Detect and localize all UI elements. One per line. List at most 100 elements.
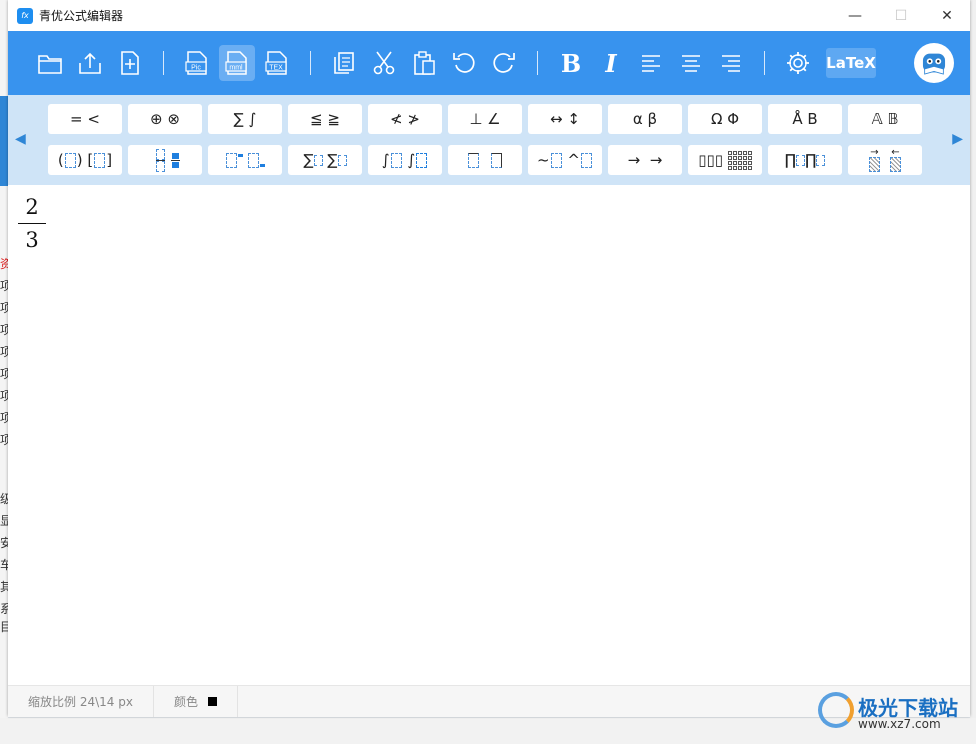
negated-relation-symbols-button[interactable]: ≮ ≯	[368, 104, 442, 134]
align-right-icon	[722, 55, 740, 72]
paste-button[interactable]	[406, 45, 442, 81]
sum-templates-button[interactable]: ∑ ∑	[288, 145, 362, 175]
accent-templates-button[interactable]: ~ ^	[528, 145, 602, 175]
zoom-level[interactable]: 缩放比例 24\14 px	[8, 686, 154, 717]
sum-integral-symbols-button[interactable]: ∑ ∫	[208, 104, 282, 134]
window-controls: — ☐ ✕	[832, 0, 970, 31]
greek-uppercase-button[interactable]: Ω Φ	[688, 104, 762, 134]
folder-icon	[38, 55, 62, 74]
tex-label: TEX	[269, 65, 283, 72]
maximize-button[interactable]: ☐	[878, 0, 924, 31]
background-right-strip	[970, 0, 976, 744]
background-char: 项	[0, 301, 8, 315]
minimize-button[interactable]: —	[832, 0, 878, 31]
site-watermark: 极光下载站 www.xz7.com	[818, 688, 968, 740]
product-templates-button[interactable]: ∏ ∏	[768, 145, 842, 175]
color-label: 颜色	[173, 695, 198, 709]
toolbar-separator	[537, 51, 538, 75]
settings-button[interactable]	[780, 45, 816, 81]
align-left-button[interactable]	[633, 45, 669, 81]
background-char: 项	[0, 433, 8, 447]
fraction-numerator[interactable]: 2	[25, 195, 38, 219]
redo-button[interactable]	[486, 45, 522, 81]
background-char: 项	[0, 389, 8, 403]
upload-icon	[79, 52, 101, 74]
italic-button[interactable]: I	[593, 45, 629, 81]
palette-row-symbols: = < ⊕ ⊗ ∑ ∫ ≦ ≧ ≮ ≯ ⊥ ∠ ↔ ↕ α β Ω Φ Å B …	[48, 104, 928, 134]
mascot-logo[interactable]	[914, 43, 954, 83]
undo-icon	[453, 53, 475, 73]
open-folder-button[interactable]	[32, 45, 68, 81]
background-char: 车	[0, 558, 8, 572]
color-picker[interactable]: 颜色	[154, 686, 238, 717]
fraction-templates-button[interactable]	[128, 145, 202, 175]
copy-button[interactable]	[326, 45, 362, 81]
align-center-icon	[682, 55, 700, 72]
mml-label: mml	[229, 65, 243, 72]
book-mascot-icon	[922, 53, 946, 75]
export-pic-button[interactable]: Pic	[179, 45, 215, 81]
toolbar-separator	[163, 51, 164, 75]
window-title: 青优公式编辑器	[39, 9, 124, 23]
fence-templates-button[interactable]: () []	[48, 145, 122, 175]
export-tex-button[interactable]: TEX	[259, 45, 295, 81]
formula-editor-window: fx 青优公式编辑器 — ☐ ✕ Pic mml TEX B I LaTeX ◀…	[8, 0, 970, 717]
italic-icon: I	[605, 48, 617, 78]
watermark-url: www.xz7.com	[858, 717, 941, 731]
background-char: 系	[0, 602, 8, 616]
gear-icon	[787, 52, 809, 74]
toolbar-separator	[764, 51, 765, 75]
watermark-logo-icon	[818, 692, 854, 728]
align-right-button[interactable]	[713, 45, 749, 81]
vector-templates-button[interactable]: → ←	[848, 145, 922, 175]
blackboard-letters-button[interactable]: 𝔸 𝔹	[848, 104, 922, 134]
greek-lowercase-button[interactable]: α β	[608, 104, 682, 134]
background-char: 项	[0, 411, 8, 425]
bold-button[interactable]: B	[553, 45, 589, 81]
redo-icon	[493, 53, 515, 73]
symbol-palette: ◀ ▶ = < ⊕ ⊗ ∑ ∫ ≦ ≧ ≮ ≯ ⊥ ∠ ↔ ↕ α β Ω Φ …	[8, 95, 970, 185]
bar-templates-button[interactable]	[448, 145, 522, 175]
background-app-strip: 资 项 项 项 项 项 项 项 项 级 显 安 车 其 系 目	[0, 0, 8, 744]
operator-symbols-button[interactable]: ⊕ ⊗	[128, 104, 202, 134]
bold-icon: B	[560, 48, 582, 78]
background-char: 安	[0, 536, 8, 550]
background-char: 项	[0, 323, 8, 337]
script-templates-button[interactable]	[208, 145, 282, 175]
scissors-icon	[373, 51, 395, 75]
new-file-button[interactable]	[112, 45, 148, 81]
latex-button[interactable]: LaTeX	[826, 48, 876, 78]
matrix-grid-icon	[727, 150, 752, 170]
export-button[interactable]	[72, 45, 108, 81]
formula-fraction[interactable]: 2 3	[18, 195, 46, 252]
inequality-symbols-button[interactable]: ≦ ≧	[288, 104, 362, 134]
align-center-button[interactable]	[673, 45, 709, 81]
palette-row-templates: () [] ∑ ∑ ∫ ∫ ~ ^ → → ▯▯▯ ∏ ∏ → ←	[48, 145, 928, 175]
geometry-symbols-button[interactable]: ⊥ ∠	[448, 104, 522, 134]
integral-templates-button[interactable]: ∫ ∫	[368, 145, 442, 175]
fraction-denominator[interactable]: 3	[25, 228, 38, 252]
accented-letters-button[interactable]: Å B	[768, 104, 842, 134]
arrow-templates-button[interactable]: → →	[608, 145, 682, 175]
background-char: 资	[0, 257, 8, 271]
background-char: 其	[0, 580, 8, 594]
export-mml-button[interactable]: mml	[219, 45, 255, 81]
formula-editing-area[interactable]: 2 3	[8, 185, 970, 685]
pic-label: Pic	[191, 65, 201, 72]
background-char: 项	[0, 367, 8, 381]
relation-symbols-button[interactable]: = <	[48, 104, 122, 134]
close-button[interactable]: ✕	[924, 0, 970, 31]
arrow-symbols-button[interactable]: ↔ ↕	[528, 104, 602, 134]
background-char: 项	[0, 345, 8, 359]
palette-prev-arrow[interactable]: ◀	[15, 131, 26, 147]
cut-button[interactable]	[366, 45, 402, 81]
title-bar[interactable]: fx 青优公式编辑器 — ☐ ✕	[8, 0, 970, 31]
tex-file-icon: TEX	[265, 51, 287, 75]
background-blue-block	[0, 96, 8, 186]
main-toolbar: Pic mml TEX B I LaTeX	[8, 31, 970, 95]
background-char: 显	[0, 514, 8, 528]
palette-next-arrow[interactable]: ▶	[952, 131, 963, 147]
undo-button[interactable]	[446, 45, 482, 81]
align-left-icon	[642, 55, 660, 72]
matrix-templates-button[interactable]: ▯▯▯	[688, 145, 762, 175]
